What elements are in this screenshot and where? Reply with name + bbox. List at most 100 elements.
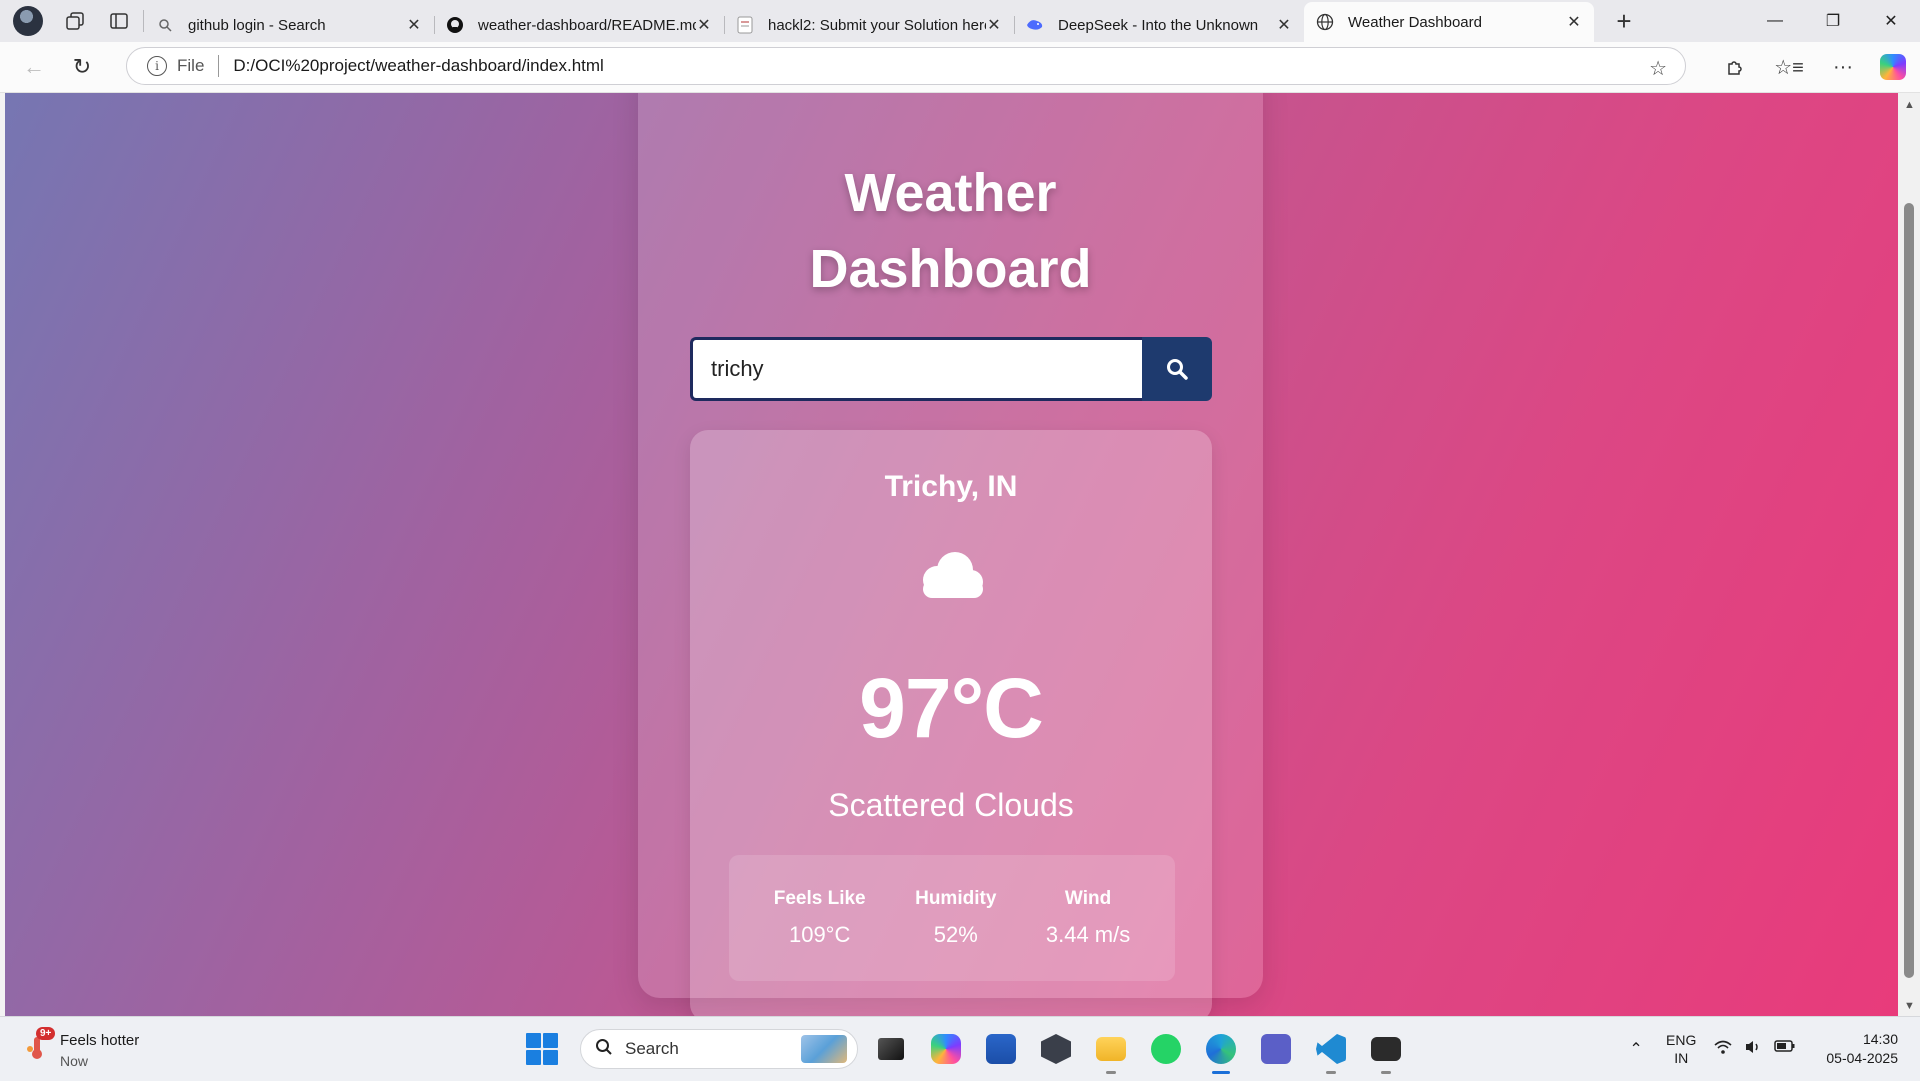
city-name: Trichy, IN	[884, 470, 1018, 503]
extensions-icon[interactable]	[1708, 57, 1762, 77]
more-options-icon[interactable]: ···	[1816, 56, 1870, 79]
widget-subtitle: Now	[60, 1053, 89, 1069]
tab-title: weather-dashboard/README.md	[478, 16, 696, 34]
system-clock[interactable]: 14:30 05-04-2025	[1826, 1030, 1898, 1068]
window-controls: — ❐ ✕	[1746, 0, 1920, 42]
weather-description: Scattered Clouds	[828, 787, 1074, 823]
close-tab-icon[interactable]: ✕	[696, 15, 712, 35]
thermometer-icon: 9+	[26, 1027, 56, 1061]
clock-date: 05-04-2025	[1826, 1050, 1898, 1066]
search-highlight-icon	[801, 1035, 847, 1063]
page-scrollbar[interactable]: ▲ ▼	[1898, 93, 1920, 1016]
back-icon[interactable]: ←	[14, 47, 54, 87]
new-tab-button[interactable]: +	[1604, 6, 1644, 37]
windows-start-icon[interactable]	[526, 1033, 558, 1065]
search-icon	[156, 16, 174, 34]
favorite-star-icon[interactable]: ☆	[1649, 56, 1667, 81]
browser-tab-bar: github login - Search ✕ weather-dashboar…	[0, 0, 1920, 42]
battery-icon	[1774, 1039, 1796, 1060]
detail-label: Feels Like	[773, 888, 866, 909]
tab-title: github login - Search	[188, 16, 326, 34]
favorites-icon[interactable]: ☆≡	[1762, 55, 1816, 80]
edge-browser-icon[interactable]	[1199, 1027, 1243, 1074]
tab-github-search[interactable]: github login - Search ✕	[144, 8, 434, 42]
detail-value: 52%	[933, 922, 978, 947]
tab-readme[interactable]: weather-dashboard/README.md ✕	[434, 8, 724, 42]
city-search	[690, 337, 1212, 401]
detail-humidity: Humidity 52%	[915, 888, 996, 948]
toolbar-right: ☆≡ ···	[1708, 42, 1920, 92]
globe-icon	[1316, 13, 1334, 31]
task-view-icon[interactable]	[869, 1027, 913, 1071]
tab-title: Weather Dashboard	[1348, 13, 1482, 31]
detail-label: Wind	[1064, 888, 1112, 909]
deepseek-icon	[1026, 16, 1044, 34]
cloud-icon	[923, 552, 983, 598]
volume-icon	[1744, 1039, 1762, 1060]
workspaces-icon[interactable]	[63, 9, 87, 33]
weather-card: Trichy, IN 97°C Scattered Clouds Feels L…	[690, 430, 1212, 1016]
browser-toolbar: ← ↻ i File D:/OCI%20project/weather-dash…	[0, 42, 1920, 93]
dashboard-container: Weather Dashboard Trichy, IN 97°C Scatte…	[638, 93, 1263, 1016]
page-viewport: Weather Dashboard Trichy, IN 97°C Scatte…	[5, 93, 1898, 1016]
search-icon	[595, 1038, 613, 1061]
whatsapp-icon[interactable]	[1144, 1027, 1188, 1071]
security-app-icon[interactable]	[1034, 1027, 1078, 1071]
detail-wind: Wind 3.44 m/s	[1046, 888, 1130, 948]
restore-icon[interactable]: ❐	[1804, 0, 1862, 42]
widget-badge: 9+	[36, 1027, 56, 1040]
document-icon	[736, 16, 754, 34]
taskbar: 9+ Feels hotter Now Search ⌃ ENG IN 14:3…	[0, 1016, 1920, 1081]
close-tab-icon[interactable]: ✕	[986, 15, 1002, 35]
weather-widget[interactable]: 9+ Feels hotter Now	[26, 1027, 139, 1071]
address-url[interactable]: D:/OCI%20project/weather-dashboard/index…	[233, 56, 603, 76]
show-hidden-icons-icon[interactable]: ⌃	[1616, 1039, 1656, 1059]
city-search-input[interactable]	[690, 337, 1142, 401]
system-tray: ⌃ ENG IN 14:30 05-04-2025	[1616, 1017, 1920, 1081]
page-title: Weather Dashboard	[638, 155, 1263, 307]
wifi-icon	[1714, 1039, 1732, 1060]
tab-title: hackl2: Submit your Solution here	[768, 16, 986, 34]
language-indicator[interactable]: ENG IN	[1666, 1031, 1696, 1067]
microsoft-store-icon[interactable]	[979, 1027, 1023, 1071]
vscode-icon[interactable]	[1309, 1027, 1353, 1074]
detail-value: 109°C	[788, 922, 851, 947]
copilot-app-icon[interactable]	[924, 1027, 968, 1071]
copilot-icon[interactable]	[1880, 54, 1906, 80]
tab-title: DeepSeek - Into the Unknown	[1058, 16, 1259, 34]
title-line-2: Dashboard	[809, 239, 1092, 299]
address-scheme: File	[177, 56, 205, 75]
teams-icon[interactable]	[1254, 1027, 1298, 1071]
refresh-icon[interactable]: ↻	[62, 47, 102, 87]
scroll-down-icon[interactable]: ▼	[1904, 1000, 1915, 1012]
scroll-up-icon[interactable]: ▲	[1904, 99, 1915, 111]
file-explorer-icon[interactable]	[1089, 1027, 1133, 1074]
search-icon	[1167, 359, 1188, 380]
language-line-1: ENG	[1666, 1032, 1697, 1048]
search-button[interactable]	[1142, 337, 1212, 401]
vertical-tabs-icon[interactable]	[107, 9, 131, 33]
address-separator	[218, 55, 220, 77]
taskbar-apps: Search	[526, 1027, 1408, 1074]
scrollbar-thumb[interactable]	[1904, 203, 1914, 978]
detail-feels-like: Feels Like 109°C	[774, 888, 866, 948]
taskbar-search-placeholder: Search	[625, 1039, 679, 1058]
language-line-2: IN	[1674, 1050, 1689, 1066]
close-tab-icon[interactable]: ✕	[1276, 15, 1292, 35]
tab-weather-dashboard[interactable]: Weather Dashboard ✕	[1304, 2, 1594, 42]
close-tab-icon[interactable]: ✕	[406, 15, 422, 35]
site-info-icon[interactable]: i	[147, 56, 167, 76]
taskbar-search[interactable]: Search	[580, 1029, 858, 1069]
close-window-icon[interactable]: ✕	[1862, 0, 1920, 42]
temperature: 97°C	[859, 661, 1044, 755]
profile-avatar[interactable]	[13, 6, 43, 36]
system-icons[interactable]	[1714, 1039, 1796, 1060]
tab-deepseek[interactable]: DeepSeek - Into the Unknown ✕	[1014, 8, 1304, 42]
terminal-icon[interactable]	[1364, 1027, 1408, 1074]
title-line-1: Weather	[844, 163, 1057, 223]
close-tab-icon[interactable]: ✕	[1566, 12, 1582, 32]
tab-hackl2[interactable]: hackl2: Submit your Solution here ✕	[724, 8, 1014, 42]
github-icon	[446, 16, 464, 34]
minimize-icon[interactable]: —	[1746, 0, 1804, 42]
address-bar[interactable]: i File D:/OCI%20project/weather-dashboar…	[126, 47, 1686, 85]
